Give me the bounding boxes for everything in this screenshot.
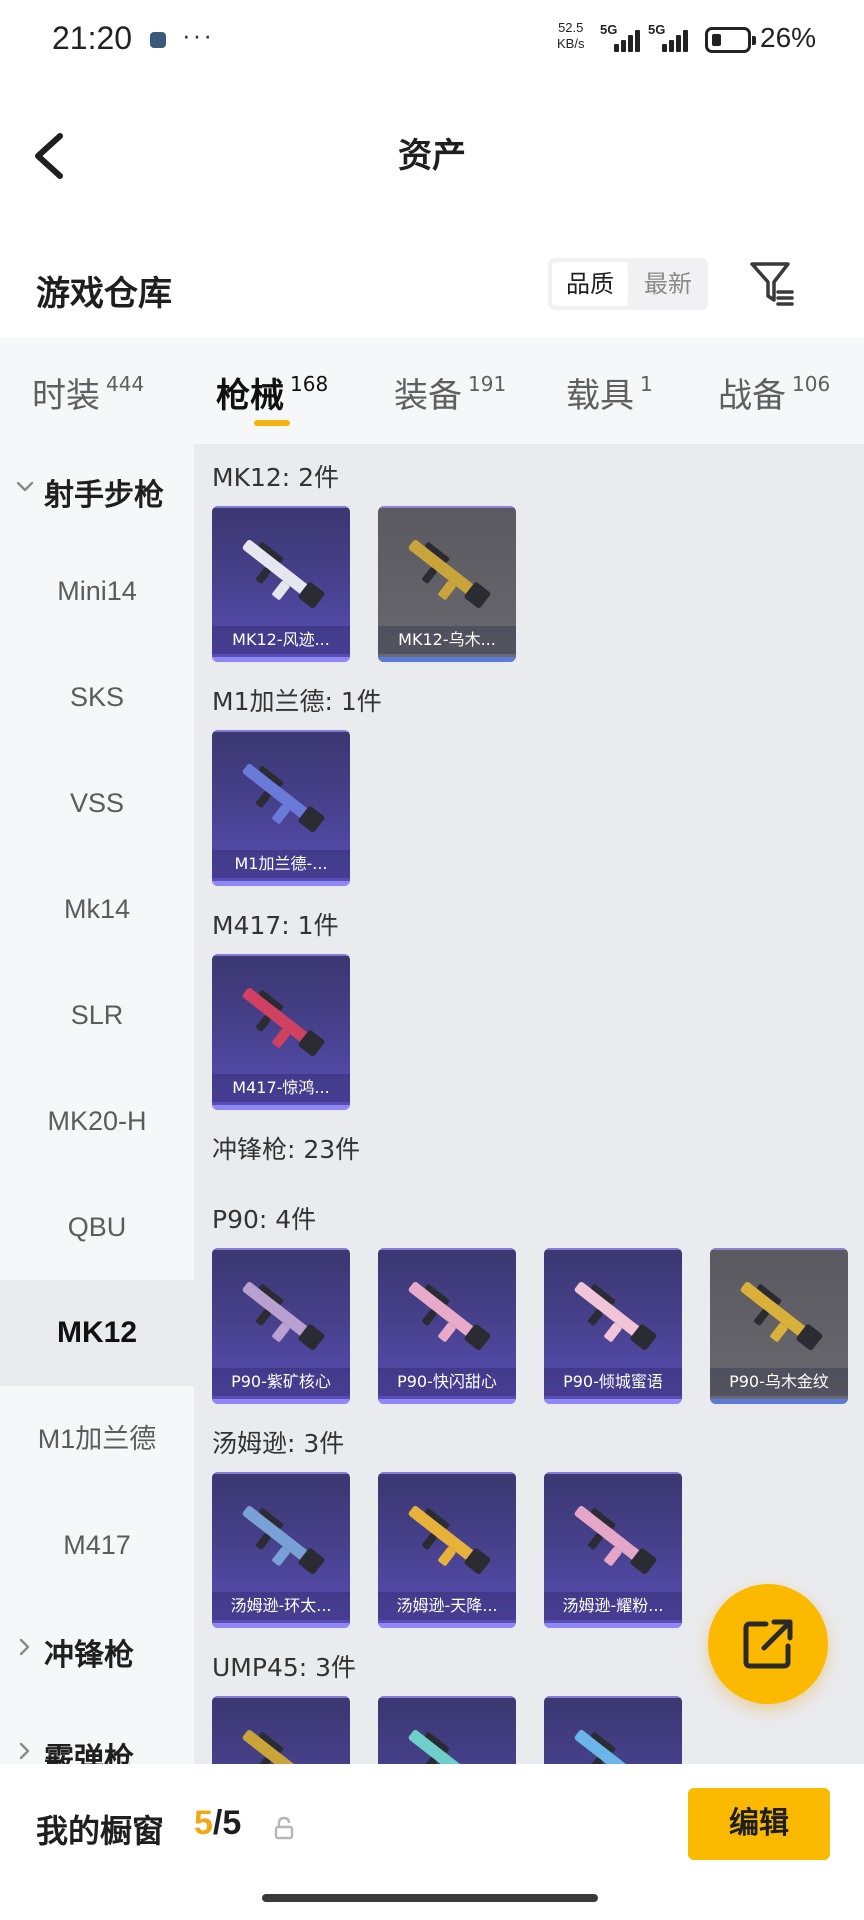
weapon-sidebar: 射手步枪 Mini14 SKS VSS Mk14 SLR MK20-H QBU … <box>0 444 194 1764</box>
weapon-grid: MK12: 2件 MK12-风迹... MK12-乌木... M1加兰德: 1件 M1加… <box>194 444 864 1764</box>
section-heading: 汤姆逊: 3件 <box>212 1429 345 1458</box>
weapon-skin-icon <box>408 1505 491 1575</box>
sidebar-item-m1garand[interactable]: M1加兰德 <box>0 1386 194 1492</box>
signal-icon-2: 5G <box>648 22 692 52</box>
page-title: 资产 <box>398 136 466 176</box>
weapon-name: P90-紫矿核心 <box>212 1368 350 1396</box>
tab-equipment[interactable]: 装备 191 <box>394 368 506 417</box>
chevron-down-icon <box>16 481 34 492</box>
weapon-skin-icon <box>242 987 325 1057</box>
sidebar-group-smg[interactable]: 冲锋枪 <box>0 1610 194 1690</box>
sidebar-item-slr[interactable]: SLR <box>0 962 194 1068</box>
tab-vehicles[interactable]: 载具 1 <box>566 368 653 417</box>
sidebar-group-marksman[interactable]: 射手步枪 <box>0 450 194 530</box>
showcase-bar: 我的橱窗 5/5 编辑 <box>0 1764 864 1920</box>
battery-percent: 26% <box>760 22 817 53</box>
weapon-skin-icon <box>242 539 325 609</box>
weapon-card[interactable]: P90-倾城蜜语 <box>544 1248 682 1404</box>
share-button[interactable] <box>708 1584 828 1704</box>
section-heading: M417: 1件 <box>212 911 339 940</box>
sidebar-item-qbu[interactable]: QBU <box>0 1174 194 1280</box>
weapon-name: MK12-风迹... <box>212 626 350 654</box>
status-bar: 21:20 ··· 52.5 KB/s 5G 5G 26% <box>0 0 864 80</box>
sort-newest[interactable]: 最新 <box>630 258 706 310</box>
weapon-card[interactable]: P90-紫矿核心 <box>212 1248 350 1404</box>
app-notification-icon <box>150 32 166 48</box>
weapon-skin-icon <box>574 1729 653 1764</box>
weapon-name: MK12-乌木... <box>378 626 516 654</box>
weapon-card[interactable]: 汤姆逊-天降... <box>378 1472 516 1628</box>
weapon-card[interactable] <box>378 1696 516 1764</box>
weapon-skin-icon <box>242 763 325 833</box>
tab-indicator <box>254 420 290 426</box>
tab-guns[interactable]: 枪械 168 <box>216 368 328 417</box>
weapon-card[interactable]: 汤姆逊-耀粉... <box>544 1472 682 1628</box>
weapon-skin-icon <box>242 1505 325 1575</box>
sidebar-item-mini14[interactable]: Mini14 <box>0 538 194 644</box>
chevron-right-icon <box>19 1638 30 1656</box>
sort-quality[interactable]: 品质 <box>552 262 628 306</box>
weapon-skin-icon <box>408 1281 491 1351</box>
signal-icon: 5G <box>600 22 644 52</box>
tab-supplies[interactable]: 战备 106 <box>718 368 830 417</box>
sidebar-group-shotgun[interactable]: 霰弹枪 <box>0 1714 194 1764</box>
more-notifications-icon: ··· <box>182 20 214 50</box>
showcase-count: 5/5 <box>194 1804 242 1842</box>
network-speed: 52.5 KB/s <box>557 20 585 51</box>
home-indicator <box>262 1894 598 1902</box>
weapon-card[interactable]: MK12-风迹... <box>212 506 350 662</box>
page-header: 资产 <box>0 80 864 220</box>
lock-icon <box>274 1816 294 1840</box>
warehouse-title: 游戏仓库 <box>36 274 172 314</box>
weapon-card[interactable]: M417-惊鸿... <box>212 954 350 1110</box>
sidebar-item-m417[interactable]: M417 <box>0 1492 194 1598</box>
weapon-name: M1加兰德-... <box>212 850 350 878</box>
weapon-name: P90-快闪甜心 <box>378 1368 516 1396</box>
status-time: 21:20 <box>52 20 133 56</box>
chevron-right-icon <box>19 1742 30 1760</box>
weapon-name: M417-惊鸿... <box>212 1074 350 1102</box>
weapon-card[interactable]: M1加兰德-... <box>212 730 350 886</box>
sidebar-item-sks[interactable]: SKS <box>0 644 194 750</box>
section-heading: UMP45: 3件 <box>212 1653 357 1682</box>
tab-fashion[interactable]: 时装 444 <box>32 368 144 417</box>
sort-toggle: 品质 最新 <box>548 258 708 310</box>
weapon-card[interactable] <box>544 1696 682 1764</box>
weapon-skin-icon <box>408 1729 487 1764</box>
section-heading: P90: 4件 <box>212 1205 317 1234</box>
battery-icon <box>705 27 756 53</box>
weapon-name: 汤姆逊-天降... <box>378 1592 516 1620</box>
weapon-card[interactable]: 汤姆逊-环太... <box>212 1472 350 1628</box>
weapon-name: 汤姆逊-环太... <box>212 1592 350 1620</box>
weapon-skin-icon <box>740 1281 823 1351</box>
sidebar-item-vss[interactable]: VSS <box>0 750 194 856</box>
weapon-card[interactable]: MK12-乌木... <box>378 506 516 662</box>
edit-button[interactable]: 编辑 <box>688 1788 830 1860</box>
weapon-skin-icon <box>242 1281 325 1351</box>
weapon-skin-icon <box>242 1729 321 1764</box>
share-external-icon <box>743 1619 793 1669</box>
weapon-name: P90-倾城蜜语 <box>544 1368 682 1396</box>
weapon-name: P90-乌木金纹 <box>710 1368 848 1396</box>
weapon-skin-icon <box>408 539 491 609</box>
sidebar-item-mk20h[interactable]: MK20-H <box>0 1068 194 1174</box>
section-heading: M1加兰德: 1件 <box>212 687 382 716</box>
weapon-skin-icon <box>574 1505 657 1575</box>
category-tabs: 时装 444 枪械 168 装备 191 载具 1 战备 106 <box>0 338 864 444</box>
weapon-name: 汤姆逊-耀粉... <box>544 1592 682 1620</box>
sidebar-item-mk12[interactable]: MK12 <box>0 1280 194 1386</box>
showcase-label: 我的橱窗 <box>36 1812 165 1850</box>
section-heading: 冲锋枪: 23件 <box>212 1135 361 1164</box>
sidebar-item-mk14[interactable]: Mk14 <box>0 856 194 962</box>
weapon-card[interactable] <box>212 1696 350 1764</box>
weapon-card[interactable]: P90-快闪甜心 <box>378 1248 516 1404</box>
section-heading: MK12: 2件 <box>212 463 340 492</box>
weapon-skin-icon <box>574 1281 657 1351</box>
weapon-card[interactable]: P90-乌木金纹 <box>710 1248 848 1404</box>
filter-icon[interactable] <box>748 258 796 308</box>
